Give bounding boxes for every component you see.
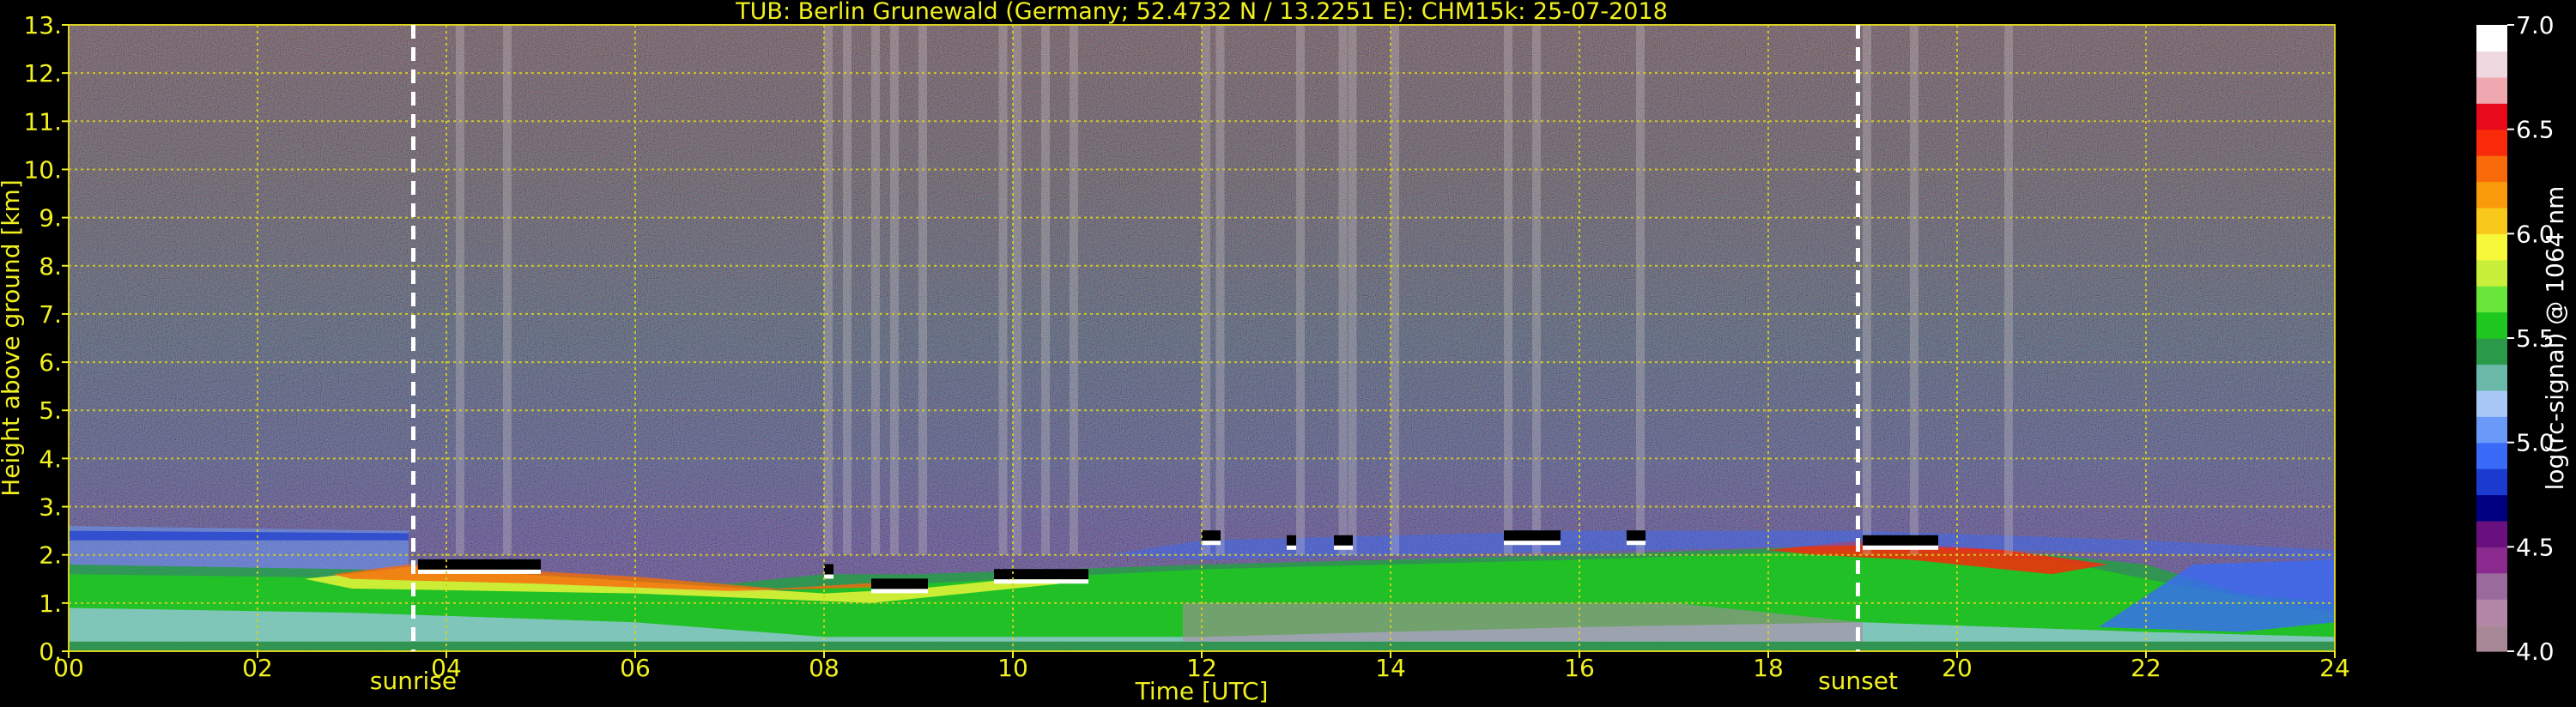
colorbar-segment — [2476, 520, 2507, 547]
y-tick-label: 2. — [39, 541, 62, 570]
ceilometer-chart: sunrise sunset 0.1.2.3.4.5.6.7.8.9.10.11.… — [0, 0, 2569, 705]
x-tick-label: 10 — [997, 654, 1028, 682]
cloud-base-dark — [994, 569, 1088, 580]
colorbar-segment — [2476, 51, 2507, 78]
y-tick-label: 10. — [23, 156, 62, 184]
colorbar-segment — [2476, 259, 2507, 287]
y-tick-label: 11. — [23, 107, 62, 136]
cloud-base-bright — [1287, 545, 1296, 550]
colorbar-segment — [2476, 286, 2507, 313]
cloud-base-dark — [418, 559, 541, 570]
cloud-base-dark — [1627, 530, 1646, 541]
colorbar-segment — [2476, 338, 2507, 366]
y-tick-label: 9. — [39, 204, 62, 233]
colorbar-segment — [2476, 494, 2507, 522]
x-tick-label: 06 — [620, 654, 651, 682]
cloud-base-bright — [824, 574, 833, 579]
y-axis-label: Height above ground [km] — [0, 179, 25, 497]
colorbar-tick-label: 4.5 — [2516, 533, 2555, 561]
colorbar-segment — [2476, 155, 2507, 183]
cloud-base-bright — [1504, 541, 1561, 546]
colorbar-segment — [2476, 390, 2507, 417]
cloud-base-dark — [1287, 535, 1296, 546]
y-tick-label: 1. — [39, 589, 62, 618]
cloud-base-bright — [1334, 545, 1353, 550]
colorbar-segment — [2476, 76, 2507, 104]
colorbar-segment — [2476, 25, 2507, 52]
x-tick-label: 24 — [2319, 654, 2350, 682]
cloud-base-bright — [1202, 541, 1221, 546]
cloud-base-dark — [824, 564, 833, 575]
colorbar-segment — [2476, 572, 2507, 600]
cloud-base-bright — [871, 589, 928, 594]
cloud-base-dark — [1334, 535, 1353, 546]
y-tick-label: 3. — [39, 493, 62, 522]
x-tick-label: 14 — [1375, 654, 1406, 682]
y-tick-label: 5. — [39, 396, 62, 425]
x-tick-label: 04 — [431, 654, 462, 682]
colorbar-segment — [2476, 625, 2507, 652]
colorbar-segment — [2476, 103, 2507, 130]
colorbar-segment — [2476, 599, 2507, 626]
cloud-base-bright — [418, 569, 541, 574]
colorbar-segment — [2476, 207, 2507, 234]
cloud-base-bright — [994, 579, 1088, 584]
colorbar-tick-label: 7.0 — [2516, 11, 2555, 39]
x-tick-label: 18 — [1753, 654, 1784, 682]
colorbar-segment — [2476, 442, 2507, 469]
colorbar-segment — [2476, 547, 2507, 574]
y-tick-label: 12. — [23, 59, 62, 88]
x-tick-label: 16 — [1564, 654, 1595, 682]
colorbar-segment — [2476, 129, 2507, 156]
marker-label: sunset — [1818, 667, 1898, 695]
colorbar-segment — [2476, 181, 2507, 208]
cloud-base-bright — [1863, 545, 1938, 550]
x-tick-label: 20 — [1942, 654, 1973, 682]
y-tick-label: 13. — [23, 11, 62, 39]
y-tick-label: 7. — [39, 300, 62, 329]
colorbar-label: log(rc-signal) @ 1064 nm — [2541, 186, 2569, 491]
y-tick-label: 6. — [39, 348, 62, 377]
x-tick-label: 00 — [53, 654, 84, 682]
y-tick-label: 8. — [39, 252, 62, 281]
cloud-base-dark — [1504, 530, 1561, 541]
x-tick-label: 22 — [2131, 654, 2161, 682]
x-tick-label: 08 — [809, 654, 839, 682]
cloud-base-dark — [871, 578, 928, 589]
x-axis-label: Time [UTC] — [1135, 677, 1269, 705]
cloud-base-dark — [1863, 535, 1938, 546]
chart-title: TUB: Berlin Grunewald (Germany; 52.4732 … — [735, 0, 1668, 25]
colorbar-segment — [2476, 416, 2507, 444]
y-axis: 0.1.2.3.4.5.6.7.8.9.10.11.12.13. — [23, 11, 69, 666]
y-tick-label: 4. — [39, 444, 62, 473]
cloud-base-dark — [1202, 530, 1221, 541]
colorbar-segment — [2476, 364, 2507, 391]
x-tick-label: 02 — [242, 654, 273, 682]
colorbar-tick-label: 6.5 — [2516, 116, 2555, 144]
colorbar-tick-label: 4.0 — [2516, 638, 2555, 666]
cloud-base-bright — [1627, 541, 1646, 546]
colorbar-segment — [2476, 468, 2507, 496]
colorbar-segment — [2476, 233, 2507, 261]
colorbar-segment — [2476, 311, 2507, 339]
